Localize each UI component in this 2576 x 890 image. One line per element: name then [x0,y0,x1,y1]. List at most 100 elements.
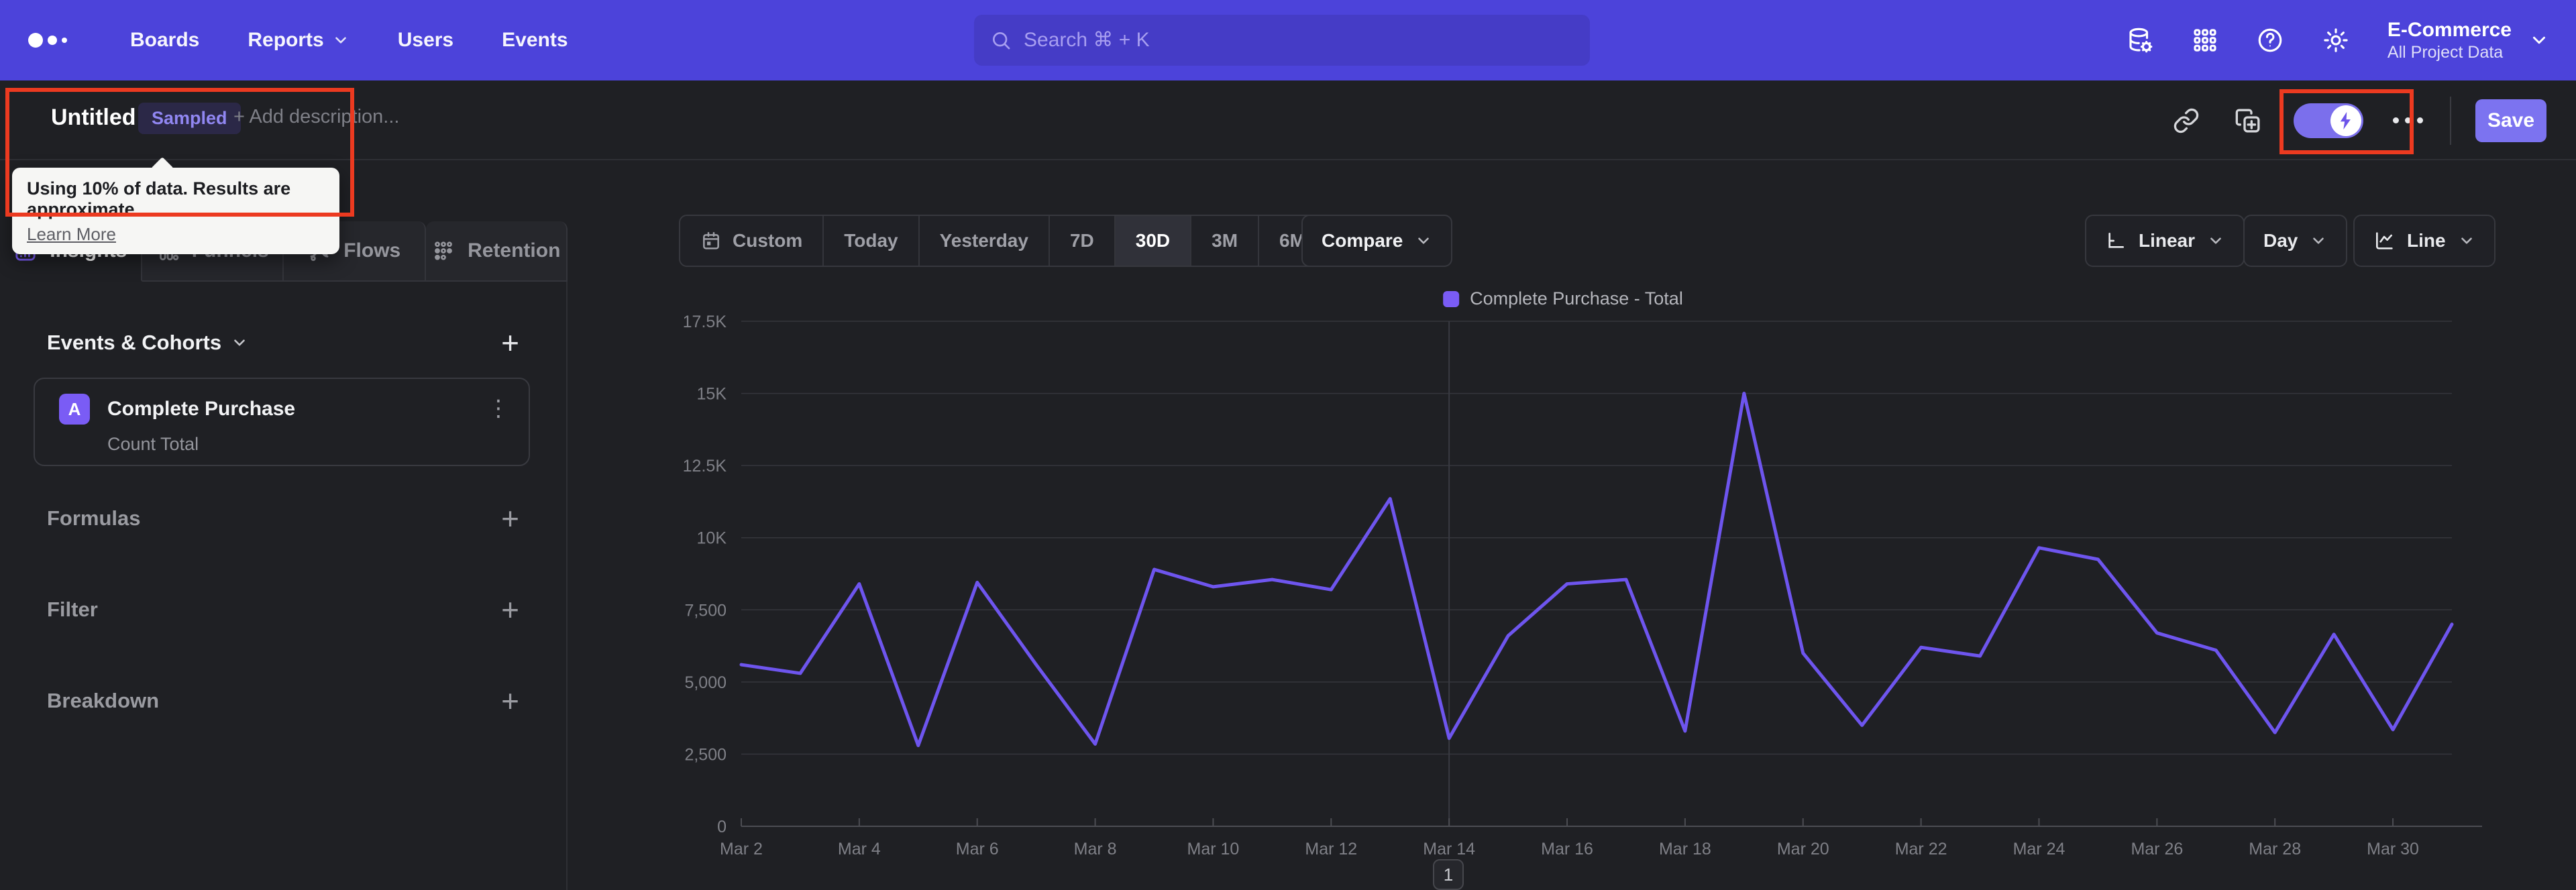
y-axis-label: 17.5K [683,313,727,331]
report-header: Untitled Sampled + Add description... Sa… [0,80,2576,160]
sampling-toggle-knob [2330,105,2361,136]
nav-item-events[interactable]: Events [502,29,568,52]
help-icon[interactable] [2256,26,2284,54]
y-axis-label: 2,500 [684,745,727,764]
range-label: Today [844,230,898,251]
linear-scale-icon [2108,233,2124,248]
x-axis-label: Mar 12 [1305,840,1357,858]
y-axis-label: 7,500 [684,601,727,620]
chart-type-selector[interactable]: Line [2353,215,2496,267]
x-axis-label: Mar 10 [1187,840,1240,858]
y-axis-label: 0 [717,818,727,836]
project-name: E-Commerce [2387,19,2512,41]
calendar-icon [703,232,719,249]
mixpanel-logo-icon[interactable] [28,33,82,48]
range-label: 30D [1135,230,1171,251]
scale-label: Linear [2139,230,2196,251]
nav-item-boards[interactable]: Boards [130,29,199,52]
date-range-control: Custom Today Yesterday 7D 30D 3M 6M 12M [679,215,1405,267]
range-label: Custom [733,230,803,251]
legend-label: Complete Purchase - Total [1470,288,1683,309]
range-label: 3M [1212,230,1238,251]
x-axis-label: Mar 6 [956,840,999,858]
nav-item-label: Reports [248,29,324,51]
more-options-icon[interactable] [2393,117,2423,123]
interval-selector[interactable]: Day [2243,215,2348,267]
insights-report-app: Boards Reports Users Events Search ⌘ + K… [0,0,2576,890]
chevron-down-icon [2313,237,2324,244]
add-description-field[interactable]: + Add description... [233,106,399,128]
range-custom[interactable]: Custom [680,216,824,266]
pagination-page-1[interactable]: 1 [1433,859,1464,890]
chevron-down-icon [2461,237,2472,244]
project-switcher[interactable]: E-Commerce All Project Data [2387,18,2549,62]
chevron-down-icon [1418,237,1430,244]
range-yesterday[interactable]: Yesterday [920,216,1050,266]
learn-more-link[interactable]: Learn More [27,224,116,245]
x-axis-label: Mar 16 [1541,840,1593,858]
nav-item-users[interactable]: Users [398,29,453,52]
settings-gear-icon[interactable] [2322,26,2350,54]
search-icon [993,32,1010,50]
range-30d[interactable]: 30D [1115,216,1192,266]
nav-item-reports[interactable]: Reports [248,29,349,52]
compare-button[interactable]: Compare [1301,215,1453,267]
nav-item-label: Boards [130,29,200,51]
y-axis-label: 15K [697,385,727,404]
interval-label: Day [2263,230,2298,251]
report-title[interactable]: Untitled [51,105,136,131]
lightning-bolt-icon [2340,111,2351,129]
x-axis-label: Mar 8 [1074,840,1117,858]
sampling-tooltip: Using 10% of data. Results are approxima… [12,168,339,254]
sampled-badge[interactable]: Sampled [138,103,241,134]
y-axis-label: 12.5K [683,457,727,476]
top-nav: Boards Reports Users Events Search ⌘ + K… [0,0,2576,80]
sampling-toggle[interactable] [2294,103,2363,138]
range-7d[interactable]: 7D [1050,216,1116,266]
y-axis-label: 5,000 [684,673,727,692]
line-chart-icon [2376,232,2393,249]
x-axis-label: Mar 20 [1777,840,1829,858]
nav-item-label: Users [397,29,454,51]
chart-legend[interactable]: Complete Purchase - Total [1443,288,1683,309]
copy-report-icon[interactable] [2235,107,2261,134]
range-3m[interactable]: 3M [1191,216,1260,266]
retention-icon [431,239,455,263]
tab-label: Flows [343,239,401,262]
y-axis-label: 10K [697,529,727,548]
search-input[interactable] [1024,29,1574,52]
compare-label: Compare [1322,230,1403,251]
chevron-down-icon [335,37,346,44]
x-axis-label: Mar 28 [2249,840,2301,858]
x-axis-label: Mar 2 [720,840,763,858]
header-divider [2450,96,2451,145]
nav-right-cluster: E-Commerce All Project Data [2126,0,2549,80]
sampling-tooltip-text: Using 10% of data. Results are approxima… [27,178,291,219]
legend-swatch [1443,290,1460,307]
chevron-down-icon [2533,36,2545,44]
x-axis-label: Mar 24 [2013,840,2065,858]
series-line-complete-purchase[interactable] [739,392,2454,748]
scale-selector[interactable]: Linear [2085,215,2245,267]
chevron-down-icon [2210,237,2221,244]
x-axis-label: Mar 18 [1659,840,1711,858]
tab-label: Retention [468,239,561,262]
range-label: 7D [1069,230,1094,251]
copy-link-icon[interactable] [2173,107,2200,134]
range-label: Yesterday [939,230,1028,251]
nav-item-label: Events [502,29,568,51]
x-axis-label: Mar 4 [838,840,881,858]
global-search[interactable] [974,15,1590,66]
x-axis-label: Mar 30 [2367,840,2419,858]
header-actions: Save [2138,80,2546,160]
chart-type-label: Line [2407,230,2446,251]
range-today[interactable]: Today [824,216,920,266]
save-button[interactable]: Save [2475,99,2546,142]
project-scope: All Project Data [2387,43,2504,62]
apps-grid-icon[interactable] [2192,27,2218,54]
data-management-icon[interactable] [2126,26,2154,54]
tab-retention[interactable]: Retention [425,221,568,282]
x-axis-label: Mar 14 [1423,840,1475,858]
x-axis-label: Mar 26 [2131,840,2183,858]
x-axis-label: Mar 22 [1895,840,1947,858]
